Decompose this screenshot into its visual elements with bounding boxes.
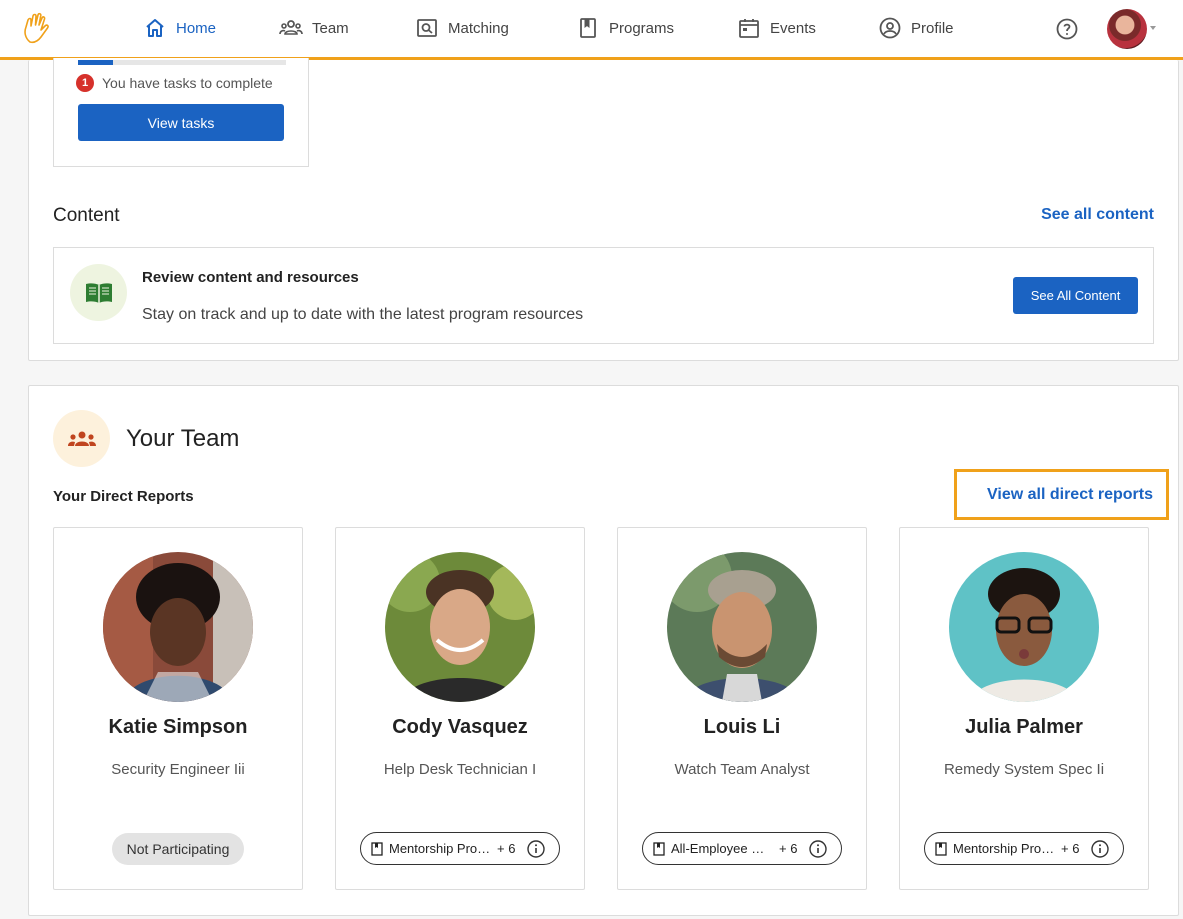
view-tasks-button[interactable]: View tasks xyxy=(78,104,284,141)
program-more-count: + 6 xyxy=(1061,841,1080,856)
matching-icon xyxy=(417,19,437,37)
person-photo xyxy=(949,552,1099,702)
person-name: Cody Vasquez xyxy=(392,716,528,738)
view-all-direct-reports-link[interactable]: View all direct reports xyxy=(954,469,1169,520)
info-icon[interactable] xyxy=(527,840,545,858)
nav-profile-label: Profile xyxy=(911,19,954,37)
direct-report-card[interactable]: Katie Simpson Security Engineer Iii Not … xyxy=(53,527,303,890)
nav-matching-label: Matching xyxy=(448,19,509,37)
programs-icon xyxy=(580,18,596,38)
nav-events-label: Events xyxy=(770,19,816,37)
content-resources-card: Review content and resources Stay on tra… xyxy=(53,247,1154,344)
nav-home[interactable]: Home xyxy=(143,16,216,40)
nav-programs[interactable]: Programs xyxy=(576,16,674,40)
book-icon xyxy=(70,264,127,321)
team-group-icon xyxy=(53,410,110,467)
program-name: All-Employee @ Work xyxy=(671,841,773,856)
program-name: Mentorship Program xyxy=(389,841,491,856)
nav-programs-label: Programs xyxy=(609,19,675,37)
see-all-content-link[interactable]: See all content xyxy=(1041,206,1154,224)
programs-icon xyxy=(935,841,947,856)
program-chip[interactable]: All-Employee @ Work + 6 xyxy=(642,832,842,865)
profile-icon xyxy=(879,17,901,39)
program-chip[interactable]: Mentorship Program + 6 xyxy=(924,832,1124,865)
person-name: Julia Palmer xyxy=(965,716,1083,738)
user-avatar[interactable] xyxy=(1107,9,1147,49)
program-more-count: + 6 xyxy=(497,841,516,856)
person-role: Watch Team Analyst xyxy=(674,761,810,778)
waving-hand-logo-icon[interactable] xyxy=(22,12,52,44)
programs-icon xyxy=(371,841,383,856)
nav-home-label: Home xyxy=(176,19,217,37)
person-role: Help Desk Technician I xyxy=(383,761,537,778)
direct-report-card[interactable]: Cody Vasquez Help Desk Technician I Ment… xyxy=(335,527,585,890)
tasks-progress-bar xyxy=(78,60,286,65)
person-photo xyxy=(385,552,535,702)
info-icon[interactable] xyxy=(1091,840,1109,858)
direct-report-card[interactable]: Julia Palmer Remedy System Spec Ii Mento… xyxy=(899,527,1149,890)
nav-team[interactable]: Team xyxy=(279,16,349,40)
nav-team-label: Team xyxy=(312,19,349,37)
nav-matching[interactable]: Matching xyxy=(415,16,509,40)
tasks-count-badge: 1 xyxy=(76,74,94,92)
info-icon[interactable] xyxy=(809,840,827,858)
tasks-message: You have tasks to complete xyxy=(102,75,273,91)
program-chip[interactable]: Mentorship Program + 6 xyxy=(360,832,560,865)
top-navigation: Home Team Matching Programs Events Profi… xyxy=(0,0,1183,60)
direct-reports-heading: Your Direct Reports xyxy=(53,488,194,505)
program-more-count: + 6 xyxy=(779,841,798,856)
tasks-card: 1 You have tasks to complete View tasks xyxy=(53,58,309,167)
chevron-down-icon[interactable] xyxy=(1150,26,1156,30)
see-all-content-button[interactable]: See All Content xyxy=(1013,277,1138,314)
person-name: Katie Simpson xyxy=(108,716,248,738)
direct-report-card[interactable]: Louis Li Watch Team Analyst All-Employee… xyxy=(617,527,867,890)
person-name: Louis Li xyxy=(703,716,781,738)
person-role: Security Engineer Iii xyxy=(111,761,245,778)
participation-status-badge: Not Participating xyxy=(112,833,244,865)
content-card-title: Review content and resources xyxy=(142,269,359,286)
home-icon xyxy=(146,19,164,37)
calendar-icon xyxy=(739,19,759,38)
team-icon xyxy=(279,20,303,35)
person-photo xyxy=(667,552,817,702)
person-photo xyxy=(103,552,253,702)
help-icon[interactable] xyxy=(1055,17,1079,41)
content-section-title: Content xyxy=(53,205,120,226)
program-name: Mentorship Program xyxy=(953,841,1055,856)
person-role: Remedy System Spec Ii xyxy=(943,761,1105,778)
content-card-description: Stay on track and up to date with the la… xyxy=(142,306,584,323)
nav-profile[interactable]: Profile xyxy=(878,16,954,40)
nav-events[interactable]: Events xyxy=(737,16,816,40)
team-section-title: Your Team xyxy=(126,425,240,452)
programs-icon xyxy=(653,841,665,856)
